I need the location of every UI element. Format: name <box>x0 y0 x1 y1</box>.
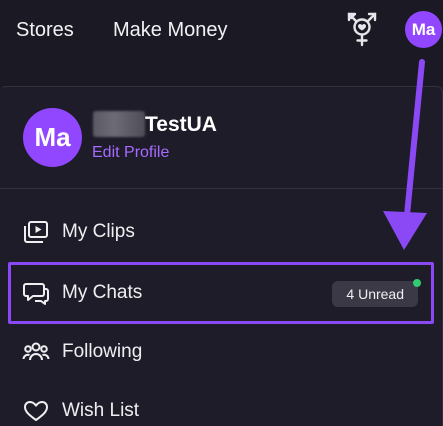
user-avatar-button[interactable]: Ma <box>405 11 442 48</box>
heart-icon <box>24 401 48 421</box>
profile-username: TestUA <box>145 113 217 136</box>
menu-item-label: Following <box>62 341 143 362</box>
clips-icon <box>24 221 48 243</box>
unread-badge: 4 Unread <box>332 281 418 307</box>
menu-item-following[interactable]: Following <box>10 323 433 381</box>
nav-make-money-link[interactable]: Make Money <box>113 19 228 42</box>
people-icon <box>22 342 50 361</box>
menu-item-label: My Chats <box>62 282 143 303</box>
chat-bubbles-icon <box>23 283 49 305</box>
nav-stores-link[interactable]: Stores <box>16 19 74 42</box>
menu-item-label: My Clips <box>62 221 135 242</box>
menu-item-my-clips[interactable]: My Clips <box>10 203 433 261</box>
edit-profile-link[interactable]: Edit Profile <box>92 144 169 162</box>
menu-item-label: Wish List <box>62 400 140 421</box>
top-bar: Stores Make Money Ma <box>0 0 443 62</box>
transgender-symbol-icon[interactable] <box>345 10 379 48</box>
redacted-name-blur <box>93 111 145 137</box>
menu-item-my-chats[interactable]: My Chats 4 Unread <box>8 262 434 324</box>
unread-indicator-dot <box>413 279 421 287</box>
menu-divider <box>0 188 443 189</box>
menu-item-wish-list[interactable]: Wish List <box>10 382 433 426</box>
profile-avatar: Ma <box>23 108 82 167</box>
